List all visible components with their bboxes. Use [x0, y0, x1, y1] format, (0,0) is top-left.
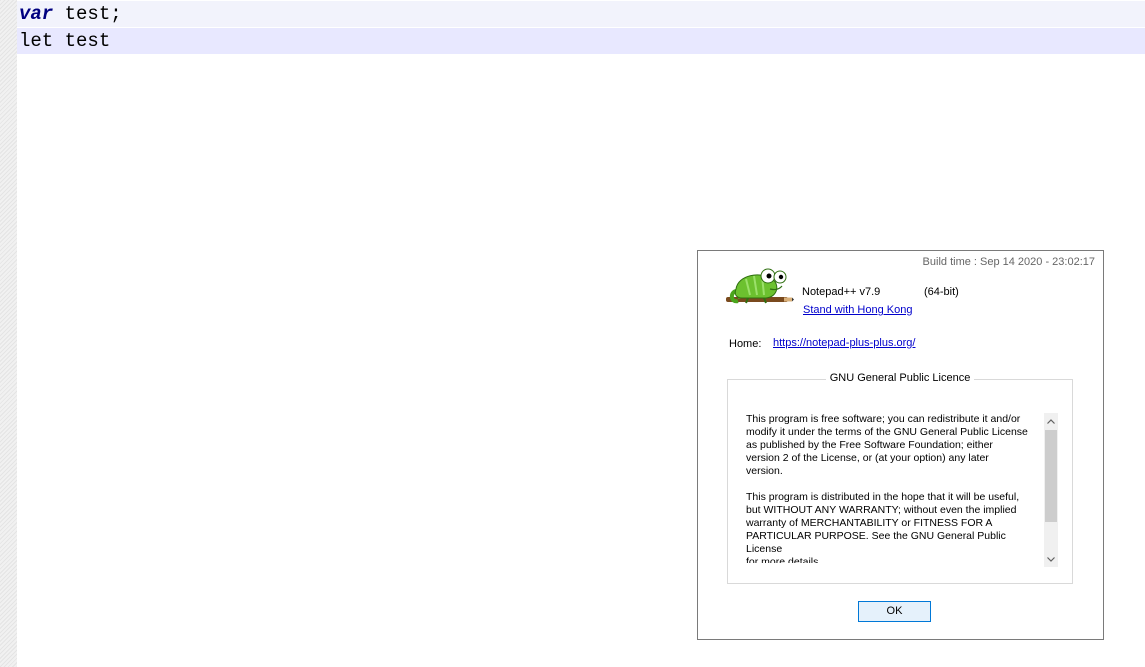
- license-paragraph-1: This program is free software; you can r…: [746, 413, 1028, 477]
- scrollbar-thumb[interactable]: [1045, 430, 1057, 522]
- code-line-1[interactable]: var test;: [17, 1, 1145, 27]
- fold-margin[interactable]: [0, 0, 17, 667]
- notepad-plus-plus-chameleon-icon: [726, 268, 794, 304]
- stand-with-hong-kong-link[interactable]: Stand with Hong Kong: [803, 304, 912, 316]
- code-line-2[interactable]: let test: [17, 28, 1145, 54]
- license-scrollbar[interactable]: [1044, 413, 1058, 567]
- home-label: Home:: [729, 338, 762, 350]
- app-architecture: (64-bit): [924, 286, 959, 298]
- ok-button[interactable]: OK: [858, 601, 931, 622]
- license-group: GNU General Public Licence This program …: [727, 372, 1073, 584]
- license-title: GNU General Public Licence: [728, 372, 1072, 384]
- code-text: let test: [19, 30, 111, 52]
- app-version: Notepad++ v7.9: [802, 286, 881, 298]
- build-time-label: Build time : Sep 14 2020 - 23:02:17: [922, 256, 1095, 268]
- license-paragraph-2: This program is distributed in the hope …: [746, 491, 1020, 563]
- keyword-token: var: [19, 3, 54, 25]
- license-text[interactable]: This program is free software; you can r…: [746, 413, 1042, 563]
- chevron-up-icon[interactable]: [1044, 413, 1058, 429]
- chevron-down-icon[interactable]: [1044, 551, 1058, 567]
- home-url-link[interactable]: https://notepad-plus-plus.org/: [773, 337, 915, 349]
- about-dialog: Build time : Sep 14 2020 - 23:02:17 Note…: [697, 250, 1104, 640]
- code-text: test;: [53, 3, 122, 25]
